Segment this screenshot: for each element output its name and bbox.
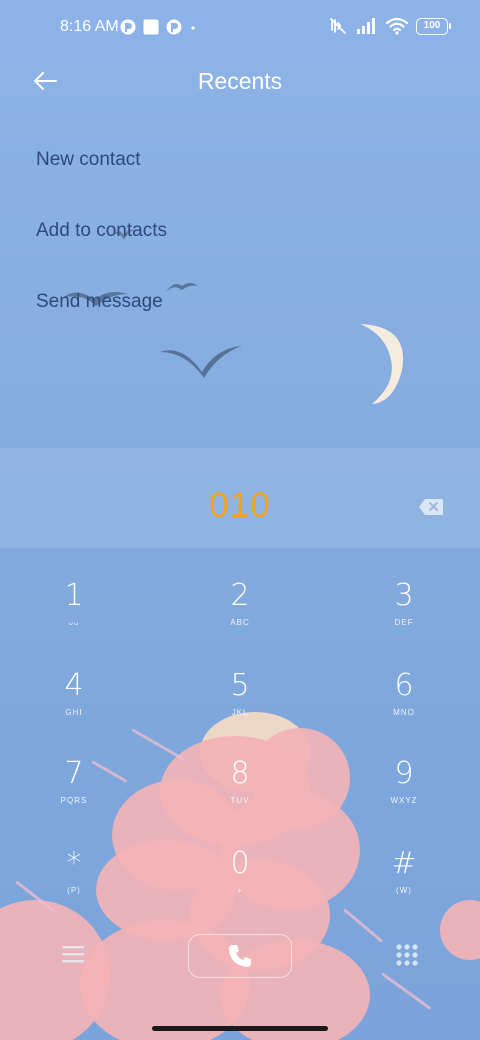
dialpad: 1 ᴗᴗ 2 ABC 3 DEF 4 GHI 5 JKL 6 MNO 7 PQR… (0, 560, 480, 920)
key-9[interactable]: 9 WXYZ (344, 754, 464, 842)
key-4[interactable]: 4 GHI (14, 666, 134, 754)
square-notification-icon (143, 19, 159, 35)
key-8[interactable]: 8 TUV (180, 754, 300, 842)
number-display-panel: 010 (0, 448, 480, 548)
key-digit: 9 (394, 756, 414, 791)
key-digit: # (391, 846, 417, 881)
key-letters: (P) (67, 886, 81, 895)
key-letters: GHI (65, 708, 83, 717)
battery-indicator: 100 (416, 17, 451, 35)
key-hash[interactable]: # (W) (344, 844, 464, 932)
dialpad-icon[interactable] (394, 942, 420, 968)
new-contact-button[interactable]: New contact (36, 136, 167, 207)
key-digit: 0 (230, 846, 250, 881)
phone-icon (229, 945, 251, 967)
add-to-contacts-button[interactable]: Add to contacts (36, 207, 167, 278)
key-digit: 8 (230, 756, 250, 791)
key-2[interactable]: 2 ABC (180, 576, 300, 664)
key-letters: WXYZ (390, 796, 418, 805)
key-digit: 3 (394, 578, 414, 613)
key-letters: TUV (230, 796, 250, 805)
key-letters: PQRS (60, 796, 88, 805)
key-digit: 7 (64, 756, 84, 791)
call-button[interactable] (188, 934, 292, 978)
backspace-button[interactable] (414, 492, 448, 522)
page-title: Recents (197, 68, 283, 94)
key-digit: 2 (230, 578, 250, 613)
status-time: 8:16 AM (60, 18, 119, 35)
send-message-button[interactable]: Send message (36, 278, 167, 349)
key-0[interactable]: 0 + (180, 844, 300, 932)
key-letters: ABC (230, 618, 250, 627)
number-actions-list: New contact Add to contacts Send message (36, 136, 167, 349)
bird-illustration (160, 346, 242, 378)
key-letters: DEF (394, 618, 414, 627)
home-indicator[interactable] (152, 1026, 328, 1031)
key-letters: MNO (393, 708, 415, 717)
key-digit: 5 (230, 668, 250, 703)
key-digit: 4 (64, 668, 84, 703)
key-letters: JKL (231, 708, 249, 717)
notification-app-icon (166, 19, 182, 35)
bird-illustration (166, 283, 198, 292)
notification-app-icon (120, 19, 136, 35)
key-5[interactable]: 5 JKL (180, 666, 300, 754)
mute-icon (330, 18, 346, 34)
dialed-number: 010 (209, 486, 271, 525)
moon-illustration (360, 324, 404, 404)
backspace-icon (419, 499, 443, 515)
wifi-icon (386, 17, 408, 35)
key-6[interactable]: 6 MNO (344, 666, 464, 754)
key-letters: + (237, 886, 243, 895)
signal-icon (357, 18, 375, 34)
key-letters: ᴗᴗ (68, 618, 80, 627)
key-digit: * (66, 846, 82, 881)
key-letters: (W) (396, 886, 412, 895)
key-star[interactable]: * (P) (14, 844, 134, 932)
key-7[interactable]: 7 PQRS (14, 754, 134, 842)
key-3[interactable]: 3 DEF (344, 576, 464, 664)
dot-icon (191, 26, 195, 30)
key-1[interactable]: 1 ᴗᴗ (14, 576, 134, 664)
status-bar: 8:16 AM 100 (0, 0, 480, 56)
menu-icon[interactable] (60, 942, 88, 966)
header: Recents (0, 56, 480, 108)
key-digit: 6 (394, 668, 414, 703)
key-digit: 1 (64, 578, 84, 613)
